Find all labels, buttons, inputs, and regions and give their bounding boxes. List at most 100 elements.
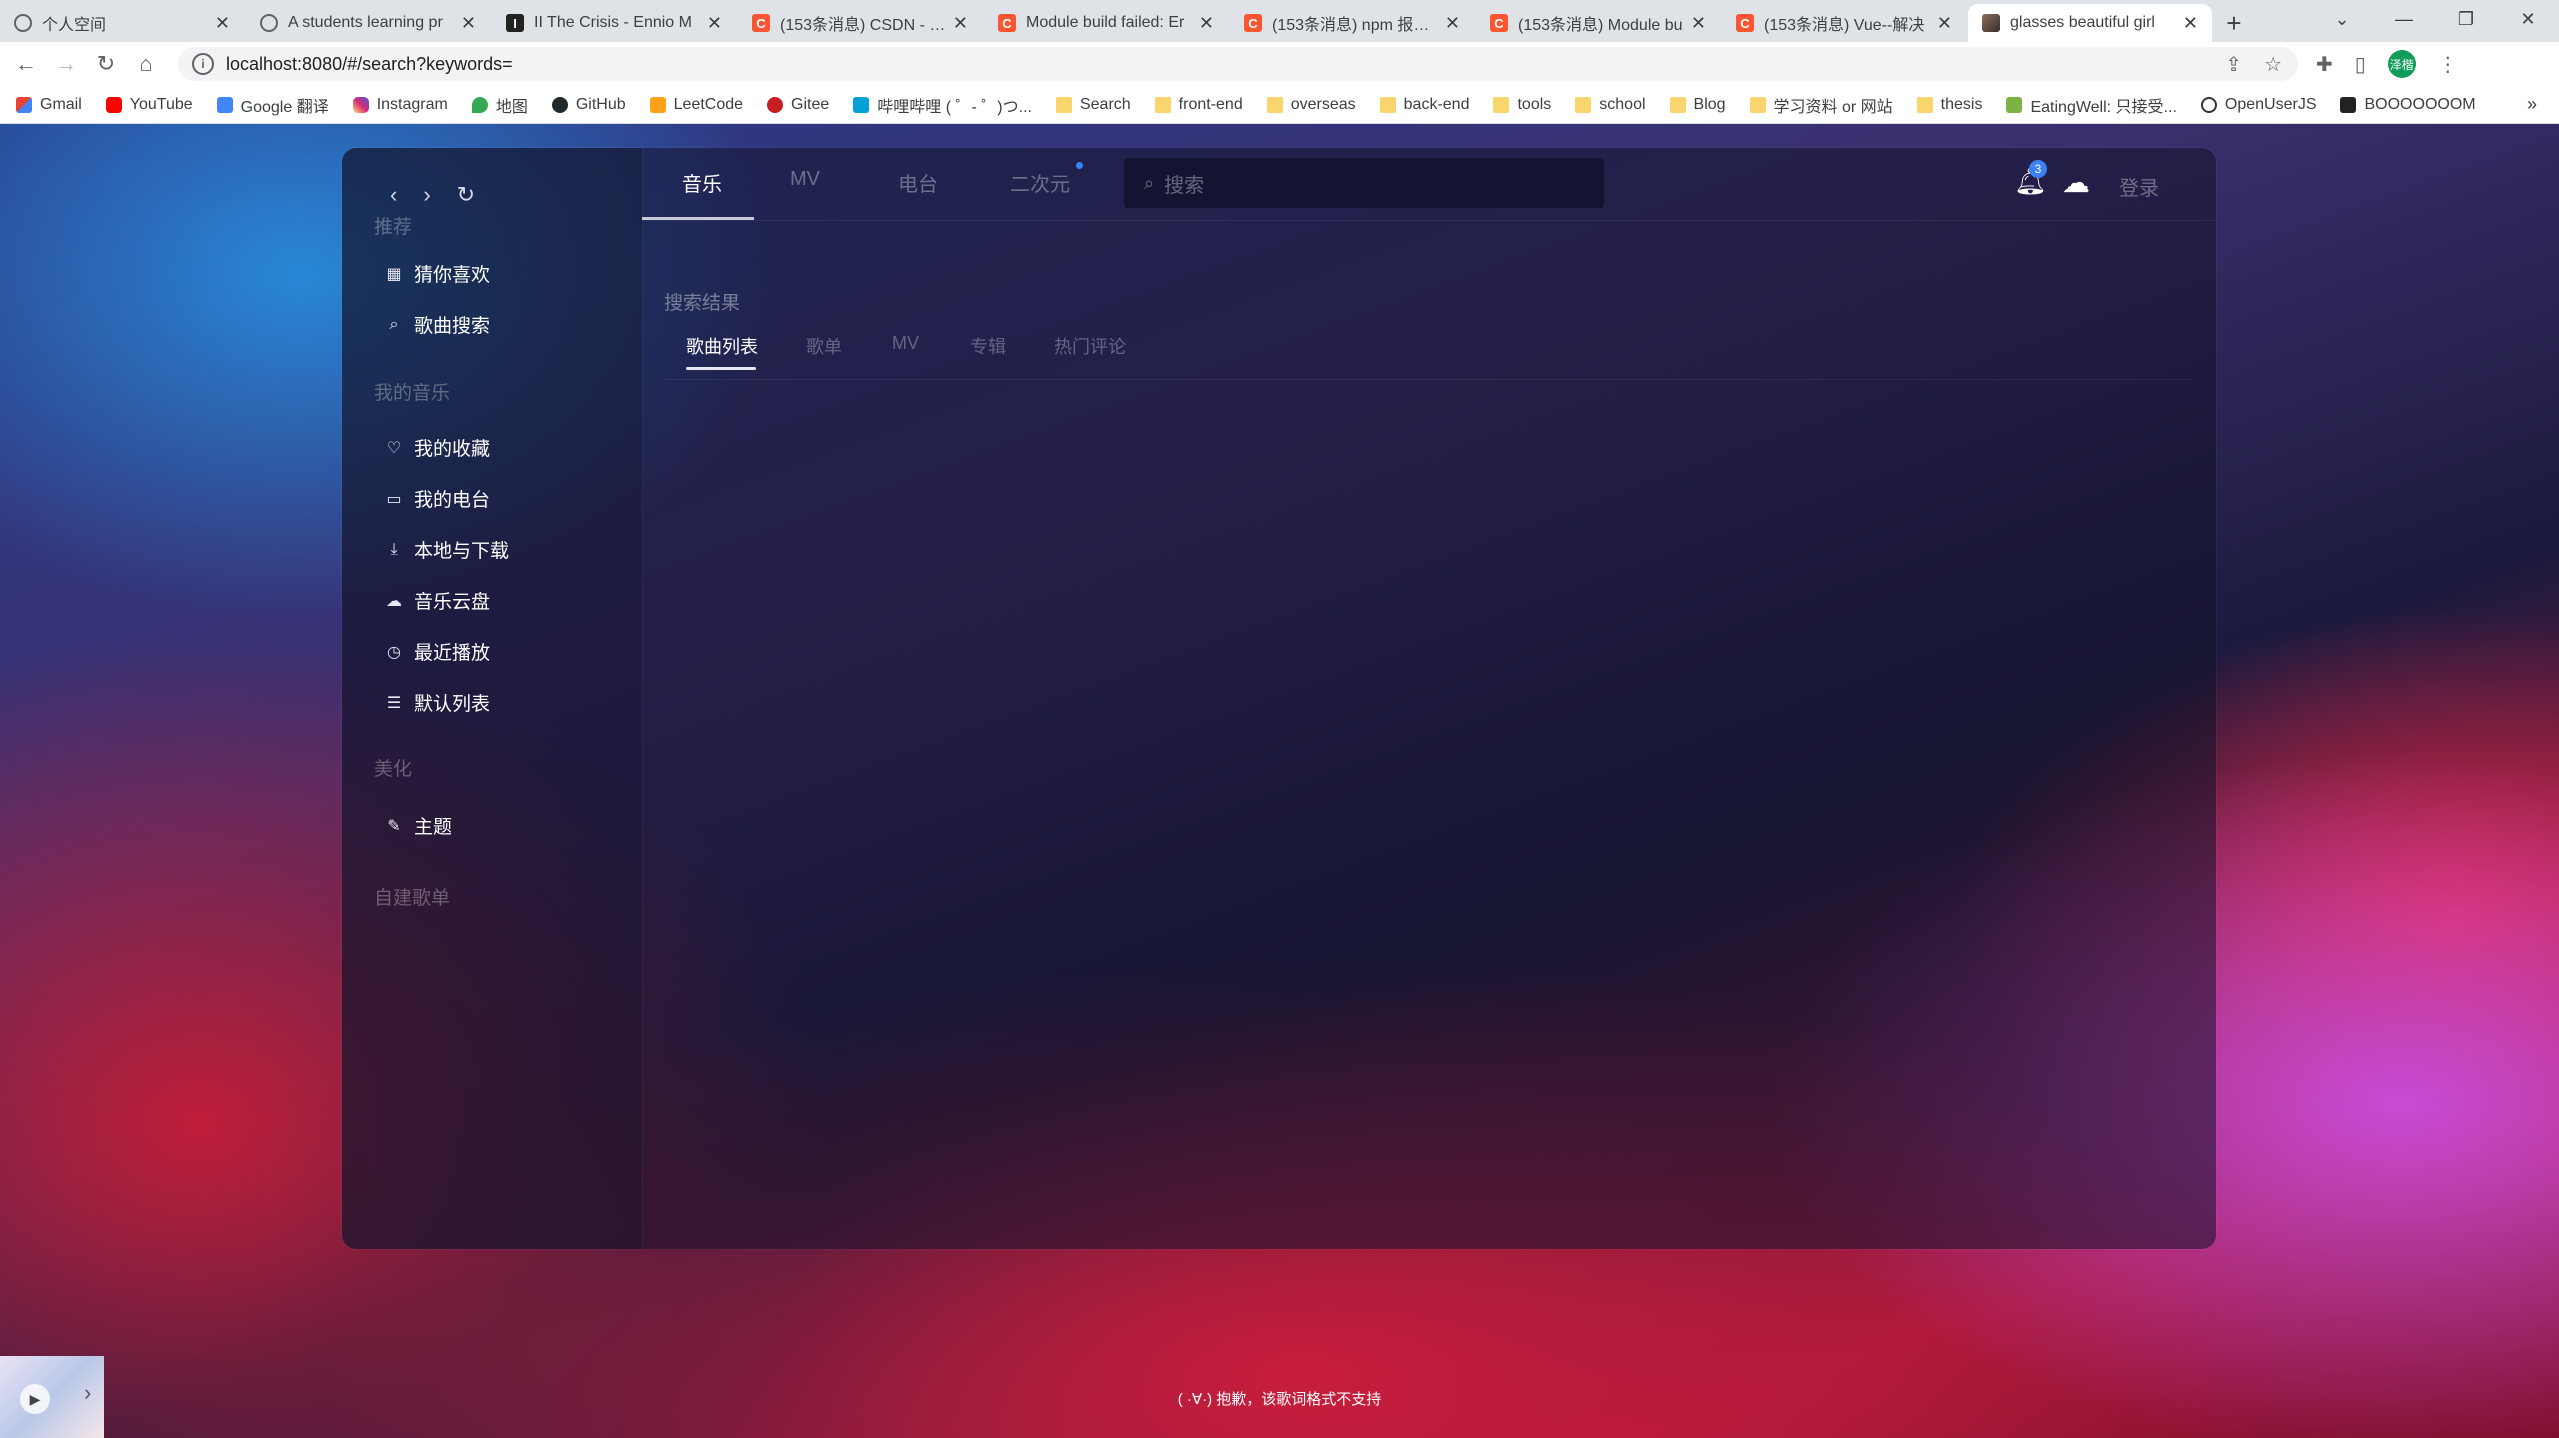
browser-tab[interactable]: I II The Crisis - Ennio M ✕ [492, 4, 736, 42]
browser-tab[interactable]: A students learning pr ✕ [246, 4, 490, 42]
share-icon[interactable]: ⇪ [2225, 52, 2242, 77]
forward-arrow-icon[interactable]: → [46, 51, 86, 77]
chevron-right-icon[interactable]: › [84, 1380, 91, 1406]
new-tab-button[interactable]: + [2214, 4, 2254, 42]
search-icon: ⌕ [389, 315, 399, 333]
sidebar-item-guess[interactable]: ▦ 猜你喜欢 [384, 260, 490, 287]
sidebar-item-theme[interactable]: ✎ 主题 [384, 812, 452, 839]
bookmark-folder[interactable]: Blog [1669, 96, 1726, 114]
browser-tab[interactable]: C (153条消息) npm 报错 M ✕ [1230, 4, 1474, 42]
bookmark-google-translate[interactable]: Google 翻译 [216, 93, 329, 117]
sidebar-item-default-list[interactable]: ☰ 默认列表 [384, 689, 490, 716]
bookmark-label: GitHub [575, 95, 626, 113]
window-close-button[interactable]: ✕ [2497, 9, 2559, 30]
sidebar-item-cloud-disk[interactable]: ☁ 音乐云盘 [384, 587, 490, 614]
bookmark-folder[interactable]: overseas [1266, 96, 1356, 114]
tab-mv[interactable]: MV [892, 333, 919, 354]
tab-music[interactable]: 音乐 [682, 168, 722, 197]
leetcode-icon [649, 96, 666, 113]
bookmark-folder[interactable]: school [1575, 96, 1646, 114]
cloud-icon[interactable]: ☁ [2062, 166, 2090, 199]
restore-button[interactable]: ❐ [2435, 9, 2497, 30]
grid-icon: ▦ [386, 265, 402, 283]
profile-avatar[interactable]: 泽楷 [2387, 50, 2416, 78]
bookmark-gitee[interactable]: Gitee [767, 96, 829, 114]
tab-acg[interactable]: 二次元 [1010, 168, 1070, 197]
bookmark-folder[interactable]: 学习资料 or 网站 [1749, 93, 1893, 117]
play-icon[interactable]: ▶ [20, 1384, 50, 1414]
back-chevron-icon[interactable]: ‹ [390, 182, 397, 208]
tab-playlists[interactable]: 歌单 [806, 333, 842, 359]
tab-radio[interactable]: 电台 [898, 168, 938, 197]
search-input[interactable]: ⌕ 搜索 [1124, 158, 1604, 208]
home-icon[interactable]: ⌂ [126, 51, 166, 77]
url-input[interactable]: i localhost:8080/#/search?keywords= ⇪ ☆ [178, 47, 2298, 81]
browser-tab[interactable]: C (153条消息) CSDN - 专业 ✕ [738, 4, 982, 42]
sidebar-item-favorites[interactable]: ♡ 我的收藏 [384, 434, 490, 461]
bookmark-eatingwell[interactable]: EatingWell: 只接受... [2006, 93, 2177, 117]
mini-player-cover[interactable]: ▶ › [0, 1356, 104, 1438]
csdn-icon: C [1490, 14, 1508, 32]
close-icon[interactable]: ✕ [707, 13, 722, 34]
bookmark-label: EatingWell: 只接受... [2030, 98, 2177, 116]
sidebar-item-label: 猜你喜欢 [414, 265, 491, 286]
back-arrow-icon[interactable]: ← [6, 51, 46, 77]
close-icon[interactable]: ✕ [1937, 13, 1952, 34]
browser-tab[interactable]: 个人空间 ✕ [0, 4, 244, 42]
bookmark-openuserjs[interactable]: OpenUserJS [2200, 96, 2316, 114]
sidebar-item-my-radio[interactable]: ▭ 我的电台 [384, 485, 490, 512]
reload-icon[interactable]: ↻ [86, 51, 126, 77]
bookmark-folder[interactable]: thesis [1916, 96, 1982, 114]
bookmark-gmail[interactable]: Gmail [16, 96, 82, 114]
tab-hot-comments[interactable]: 热门评论 [1054, 333, 1126, 359]
sidebar-item-local-download[interactable]: ⤓ 本地与下载 [384, 536, 509, 563]
bookmark-folder[interactable]: back-end [1379, 96, 1469, 114]
close-icon[interactable]: ✕ [2183, 13, 2198, 34]
forward-chevron-icon[interactable]: › [423, 182, 430, 208]
bookmark-instagram[interactable]: Instagram [352, 96, 448, 114]
extensions-puzzle-icon[interactable]: ✚ [2316, 52, 2333, 77]
login-button[interactable]: 登录 [2119, 172, 2159, 201]
bookmark-maps[interactable]: 地图 [471, 93, 528, 117]
sidebar-item-label: 音乐云盘 [414, 592, 491, 613]
gitee-icon [767, 96, 784, 113]
browser-tab-active[interactable]: glasses beautiful girl ✕ [1968, 4, 2212, 42]
sidebar-item-song-search[interactable]: ⌕ 歌曲搜索 [384, 311, 491, 338]
browser-tab[interactable]: C (153条消息) Vue--解决 ✕ [1722, 4, 1966, 42]
browser-menu-icon[interactable]: ⋮ [2438, 52, 2458, 77]
tab-search-icon[interactable]: ⌄ [2311, 9, 2373, 30]
close-icon[interactable]: ✕ [953, 13, 968, 34]
close-icon[interactable]: ✕ [461, 13, 476, 34]
csdn-icon: C [998, 14, 1016, 32]
site-info-icon[interactable]: i [192, 53, 214, 75]
folder-icon [1575, 96, 1592, 113]
close-icon[interactable]: ✕ [1445, 13, 1460, 34]
sidebar-item-recent[interactable]: ◷ 最近播放 [384, 638, 490, 665]
result-type-tabs: 歌曲列表 歌单 MV 专辑 热门评论 [664, 333, 2194, 380]
browser-tab[interactable]: C (153条消息) Module bu ✕ [1476, 4, 1720, 42]
bookmark-youtube[interactable]: YouTube [105, 96, 193, 114]
active-tab-underline [642, 217, 754, 220]
bookmark-leetcode[interactable]: LeetCode [649, 96, 743, 114]
search-results-panel: 搜索结果 歌曲列表 歌单 MV 专辑 热门评论 [664, 288, 2194, 380]
browser-tab[interactable]: C Module build failed: Er ✕ [984, 4, 1228, 42]
bookmark-label: Gitee [791, 95, 830, 113]
close-icon[interactable]: ✕ [1199, 13, 1214, 34]
bookmark-folder[interactable]: Search [1055, 96, 1131, 114]
bookmark-folder[interactable]: front-end [1154, 96, 1243, 114]
bookmarks-overflow-icon[interactable]: » [2527, 94, 2537, 115]
bookmark-boooooom[interactable]: BOOOOOOOM [2340, 96, 2476, 114]
bookmark-folder[interactable]: tools [1493, 96, 1551, 114]
bookmark-star-icon[interactable]: ☆ [2264, 52, 2282, 77]
minimize-button[interactable]: — [2373, 9, 2435, 30]
close-icon[interactable]: ✕ [215, 13, 230, 34]
refresh-icon[interactable]: ↻ [457, 182, 475, 208]
tab-albums[interactable]: 专辑 [970, 333, 1006, 359]
close-icon[interactable]: ✕ [1691, 13, 1706, 34]
tab-songs[interactable]: 歌曲列表 [686, 333, 758, 359]
side-panel-icon[interactable]: ▯ [2355, 52, 2366, 77]
tab-mv[interactable]: MV [790, 168, 820, 191]
bookmark-bilibili[interactable]: 哔哩哔哩 ( ゜- ゜)つ... [853, 93, 1032, 117]
folder-icon [1669, 96, 1686, 113]
bookmark-github[interactable]: GitHub [551, 95, 626, 114]
